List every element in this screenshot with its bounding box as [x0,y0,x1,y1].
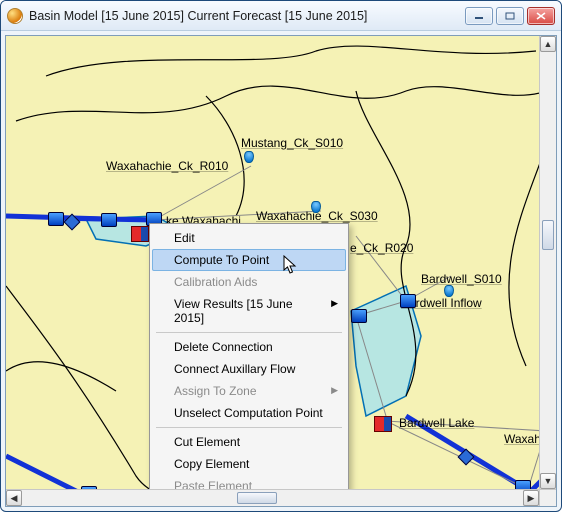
horizontal-scroll-thumb[interactable] [237,492,277,504]
scroll-up-button[interactable] [540,36,556,52]
menu-item-view-results[interactable]: View Results [15 June 2015] [152,293,346,329]
close-button[interactable] [527,7,555,25]
vertical-scrollbar[interactable] [539,36,556,489]
menu-item-connect-aux[interactable]: Connect Auxillary Flow [152,358,346,380]
scrollbar-corner [539,489,556,506]
vertical-scroll-thumb[interactable] [542,220,554,250]
menu-separator [156,427,342,428]
reservoir-node[interactable] [131,226,149,242]
menu-item-assign-zone: Assign To Zone [152,380,346,402]
junction-node[interactable] [101,213,117,227]
close-icon [536,12,546,20]
drop-icon[interactable] [244,151,254,163]
titlebar[interactable]: Basin Model [15 June 2015] Current Forec… [1,1,561,31]
menu-item-copy-element[interactable]: Copy Element [152,453,346,475]
drop-icon[interactable] [444,285,454,297]
reservoir-node[interactable] [374,416,392,432]
window-title: Basin Model [15 June 2015] Current Forec… [29,9,459,23]
menu-item-delete-connection[interactable]: Delete Connection [152,336,346,358]
vertical-scroll-track[interactable] [540,52,556,473]
maximize-icon [505,12,515,20]
horizontal-scroll-track[interactable] [22,490,523,506]
minimize-icon [474,12,484,20]
menu-item-paste-element: Paste Element [152,475,346,489]
client-area: Mustang_Ck_S010 Waxahachie_Ck_R010 Waxah… [5,35,557,507]
scroll-down-button[interactable] [540,473,556,489]
scroll-left-button[interactable] [6,490,22,506]
maximize-button[interactable] [496,7,524,25]
menu-separator [156,332,342,333]
junction-node[interactable] [351,309,367,323]
menu-item-unselect-cp[interactable]: Unselect Computation Point [152,402,346,424]
horizontal-scrollbar[interactable] [6,489,539,506]
application-window: Basin Model [15 June 2015] Current Forec… [0,0,562,512]
map-label-bardwell-lake: Bardwell Lake [399,416,474,430]
map-canvas[interactable]: Mustang_Ck_S010 Waxahachie_Ck_R010 Waxah… [6,36,539,489]
menu-item-cut-element[interactable]: Cut Element [152,431,346,453]
minimize-button[interactable] [465,7,493,25]
map-label-wax-right: Waxah [504,432,539,446]
menu-item-compute-to-point[interactable]: Compute To Point [152,249,346,271]
junction-node[interactable] [48,212,64,226]
app-icon [7,8,23,24]
junction-node[interactable] [400,294,416,308]
map-label-mustang: Mustang_Ck_S010 [241,136,343,150]
map-label-wax-r010: Waxahachie_Ck_R010 [106,159,228,173]
menu-item-edit[interactable]: Edit [152,227,346,249]
drop-icon[interactable] [311,201,321,213]
scroll-right-button[interactable] [523,490,539,506]
window-buttons [465,7,555,25]
junction-node[interactable] [515,480,531,489]
menu-item-calibration-aids: Calibration Aids [152,271,346,293]
map-label-wax-r020: e_Ck_R020 [350,241,413,255]
context-menu: Edit Compute To Point Calibration Aids V… [149,223,349,489]
map-label-bardwell-s010: Bardwell_S010 [421,272,502,286]
